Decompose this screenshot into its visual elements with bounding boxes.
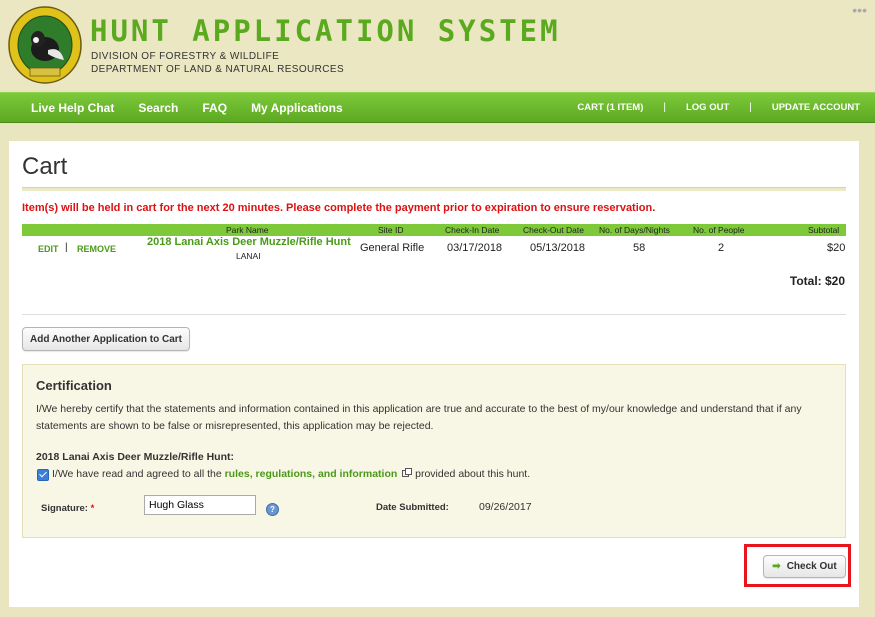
check-out-date: 05/13/2018 (530, 242, 586, 254)
nav-faq[interactable]: FAQ (202, 101, 227, 115)
external-window-icon[interactable] (402, 468, 413, 478)
nav-right-links: CART (1 ITEM) | LOG OUT | UPDATE ACCOUNT (577, 93, 860, 122)
certification-text: I/We hereby certify that the statements … (36, 403, 802, 432)
nav-search[interactable]: Search (138, 101, 178, 115)
site-header: HUNT APPLICATION SYSTEM DIVISION OF FORE… (0, 0, 875, 90)
checkout-label: Check Out (786, 561, 837, 572)
page-title: Cart (22, 153, 68, 180)
header-check-in: Check-In Date (445, 225, 500, 235)
forestry-wildlife-seal-logo[interactable] (8, 6, 82, 84)
agree-suffix: provided about this hunt. (412, 468, 531, 480)
agree-statement: I/We have read and agreed to all the rul… (52, 468, 530, 480)
header-park-name: Park Name (226, 225, 269, 235)
site-id: General Rifle (360, 242, 425, 254)
arrow-right-icon: ➡ (772, 561, 781, 572)
check-in-date: 03/17/2018 (447, 242, 503, 254)
title-divider (22, 187, 846, 191)
checkout-button[interactable]: ➡ Check Out (763, 555, 846, 578)
signature-label: Signature: * (41, 503, 94, 514)
date-submitted-label: Date Submitted: (376, 502, 449, 513)
help-icon[interactable]: ? (266, 503, 279, 516)
signature-label-text: Signature: (41, 503, 88, 514)
nav-update-account[interactable]: UPDATE ACCOUNT (772, 102, 860, 113)
remove-link[interactable]: REMOVE (77, 244, 116, 254)
nav-separator: | (749, 102, 752, 113)
required-asterisk: * (90, 503, 95, 514)
subtotal-value: $20 (827, 242, 846, 254)
nav-live-help-chat[interactable]: Live Help Chat (31, 101, 114, 115)
days-count: 58 (633, 242, 646, 254)
park-name: 2018 Lanai Axis Deer Muzzle/Rifle Hunt (147, 236, 351, 248)
nav-cart[interactable]: CART (1 ITEM) (577, 102, 643, 113)
rules-link[interactable]: rules, regulations, and information (225, 468, 398, 480)
row-action-separator: | (65, 242, 68, 253)
agree-checkbox[interactable] (37, 469, 49, 481)
people-count: 2 (718, 242, 725, 254)
app-title: HUNT APPLICATION SYSTEM (90, 14, 561, 48)
more-dots-icon[interactable]: ••• (852, 2, 867, 18)
header-check-out: Check-Out Date (523, 225, 584, 235)
division-subtitle: DIVISION OF FORESTRY & WILDLIFE (91, 51, 280, 62)
section-divider (22, 314, 846, 315)
edit-link[interactable]: EDIT (38, 244, 59, 254)
signature-input[interactable] (144, 495, 256, 515)
nav-left-links: Live Help Chat Search FAQ My Application… (31, 93, 367, 122)
cart-hold-notice: Item(s) will be held in cart for the nex… (22, 202, 656, 214)
header-subtotal: Subtotal (808, 225, 840, 235)
main-navbar: Live Help Chat Search FAQ My Application… (0, 92, 875, 123)
header-days: No. of Days/Nights (599, 225, 670, 235)
department-subtitle: DEPARTMENT OF LAND & NATURAL RESOURCES (91, 64, 345, 75)
header-site-id: Site ID (378, 225, 404, 235)
cart-total: Total: $20 (789, 274, 845, 288)
agree-prefix: I/We have read and agreed to all the (52, 468, 225, 480)
header-people: No. of People (693, 225, 745, 235)
date-submitted-value: 09/26/2017 (479, 501, 532, 513)
cart-table-header: Park Name Site ID Check-In Date Check-Ou… (22, 224, 846, 236)
certification-title: Certification (36, 378, 112, 393)
park-island: LANAI (236, 251, 261, 261)
add-another-application-button[interactable]: Add Another Application to Cart (22, 327, 190, 351)
hunt-label: 2018 Lanai Axis Deer Muzzle/Rifle Hunt: (36, 451, 234, 463)
nav-logout[interactable]: LOG OUT (686, 102, 729, 113)
nav-separator: | (663, 102, 666, 113)
nav-my-applications[interactable]: My Applications (251, 101, 343, 115)
